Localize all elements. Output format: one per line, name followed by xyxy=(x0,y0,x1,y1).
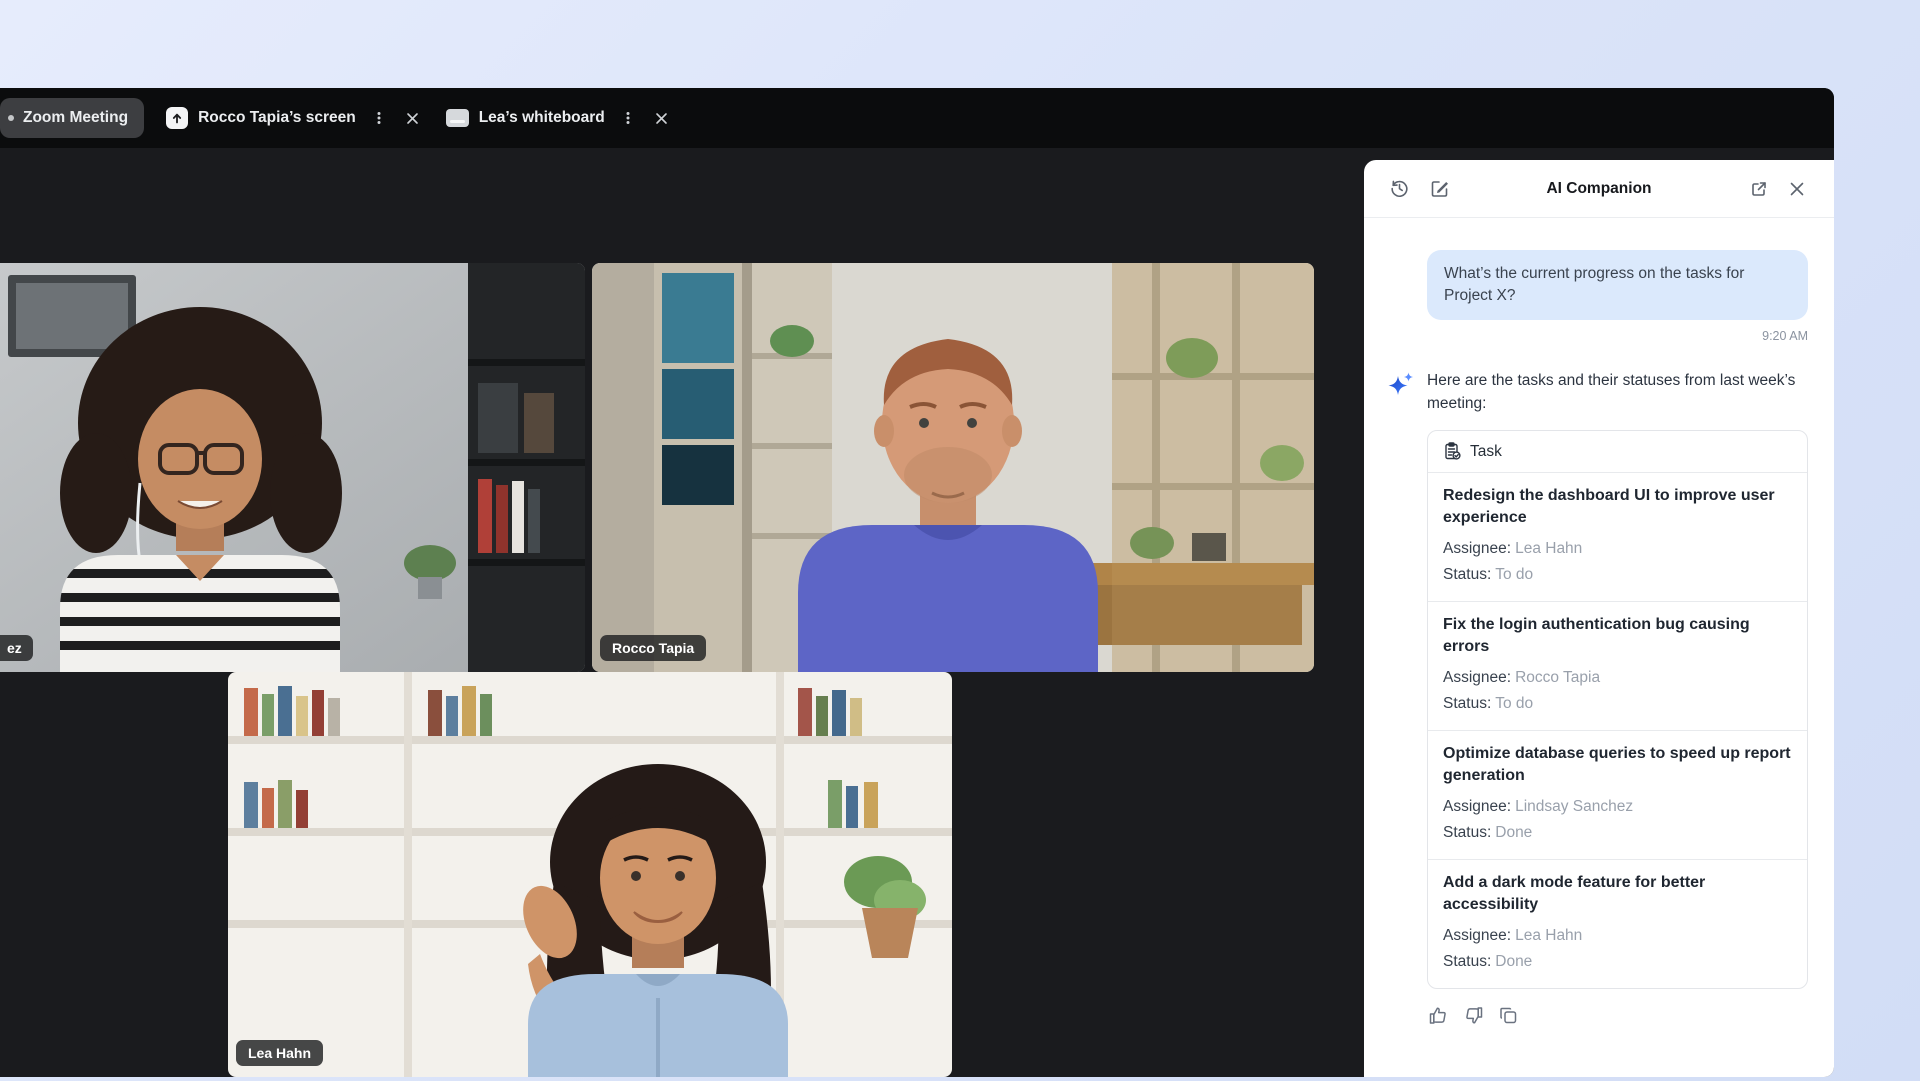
thumbs-up-icon[interactable] xyxy=(1427,1004,1449,1026)
status-label: Status: xyxy=(1443,695,1491,712)
task-title: Redesign the dashboard UI to improve use… xyxy=(1443,485,1792,529)
assignee-label: Assignee: xyxy=(1443,798,1511,815)
participant-name-label: ez xyxy=(0,635,33,661)
assignee-value: Rocco Tapia xyxy=(1515,669,1600,686)
zoom-meeting-window: Zoom Meeting Rocco Tapia’s screen xyxy=(0,88,1834,1077)
assignee-label: Assignee: xyxy=(1443,540,1511,557)
task-card-header: Task xyxy=(1428,431,1807,472)
tab-menu-icon[interactable] xyxy=(368,107,390,129)
video-feed xyxy=(592,263,1314,672)
status-label: Status: xyxy=(1443,824,1491,841)
tab-menu-icon[interactable] xyxy=(617,107,639,129)
panel-header: AI Companion xyxy=(1364,160,1834,218)
whiteboard-icon xyxy=(446,109,469,127)
thumbs-down-icon[interactable] xyxy=(1462,1004,1484,1026)
task-title: Add a dark mode feature for better acces… xyxy=(1443,872,1792,916)
tab-label: Rocco Tapia’s screen xyxy=(198,109,356,127)
task-row: Add a dark mode feature for better acces… xyxy=(1428,859,1807,988)
tab-bar: Zoom Meeting Rocco Tapia’s screen xyxy=(0,88,1834,148)
task-card-title: Task xyxy=(1470,443,1502,461)
status-value: Done xyxy=(1495,953,1532,970)
video-tile-rocco[interactable]: Rocco Tapia xyxy=(592,263,1314,672)
new-chat-icon[interactable] xyxy=(1428,178,1450,200)
tab-lea-whiteboard[interactable]: Lea’s whiteboard xyxy=(446,98,673,138)
assignee-label: Assignee: xyxy=(1443,927,1511,944)
ai-companion-sparkle-icon xyxy=(1387,369,1415,415)
task-row: Optimize database queries to speed up re… xyxy=(1428,730,1807,859)
meeting-status-icon xyxy=(8,115,14,121)
task-title: Optimize database queries to speed up re… xyxy=(1443,743,1792,787)
status-value: Done xyxy=(1495,824,1532,841)
tab-zoom-meeting[interactable]: Zoom Meeting xyxy=(0,98,144,138)
participant-name-label: Rocco Tapia xyxy=(600,635,706,661)
task-title: Fix the login authentication bug causing… xyxy=(1443,614,1792,658)
task-clipboard-icon xyxy=(1443,442,1462,461)
tab-close-icon[interactable] xyxy=(402,107,424,129)
status-value: To do xyxy=(1495,695,1533,712)
response-actions xyxy=(1427,1004,1808,1026)
participant-name-label: Lea Hahn xyxy=(236,1040,323,1066)
task-row: Redesign the dashboard UI to improve use… xyxy=(1428,472,1807,601)
status-label: Status: xyxy=(1443,953,1491,970)
tab-rocco-screen[interactable]: Rocco Tapia’s screen xyxy=(166,98,424,138)
video-feed xyxy=(228,672,952,1077)
chat-area: What’s the current progress on the tasks… xyxy=(1364,218,1834,1077)
video-tile-lea[interactable]: Lea Hahn xyxy=(228,672,952,1077)
ai-response-text: Here are the tasks and their statuses fr… xyxy=(1427,369,1808,415)
video-feed xyxy=(0,263,585,672)
tab-label: Zoom Meeting xyxy=(23,109,128,127)
copy-icon[interactable] xyxy=(1497,1004,1519,1026)
status-label: Status: xyxy=(1443,566,1491,583)
pop-out-icon[interactable] xyxy=(1748,178,1770,200)
task-row: Fix the login authentication bug causing… xyxy=(1428,601,1807,730)
user-question-bubble: What’s the current progress on the tasks… xyxy=(1427,250,1808,320)
tab-close-icon[interactable] xyxy=(651,107,673,129)
ai-companion-panel: AI Companion xyxy=(1364,160,1834,1077)
tab-label: Lea’s whiteboard xyxy=(479,109,605,127)
task-card: Task Redesign the dashboard UI to improv… xyxy=(1427,430,1808,989)
assignee-value: Lindsay Sanchez xyxy=(1515,798,1633,815)
screen: Zoom Meeting Rocco Tapia’s screen xyxy=(0,0,1920,1081)
assignee-value: Lea Hahn xyxy=(1515,927,1582,944)
close-icon[interactable] xyxy=(1786,178,1808,200)
screen-share-icon xyxy=(166,107,188,129)
history-icon[interactable] xyxy=(1388,178,1410,200)
video-tile-participant1[interactable]: ez xyxy=(0,263,585,672)
message-timestamp: 9:20 AM xyxy=(1427,329,1808,343)
assignee-value: Lea Hahn xyxy=(1515,540,1582,557)
status-value: To do xyxy=(1495,566,1533,583)
assignee-label: Assignee: xyxy=(1443,669,1511,686)
